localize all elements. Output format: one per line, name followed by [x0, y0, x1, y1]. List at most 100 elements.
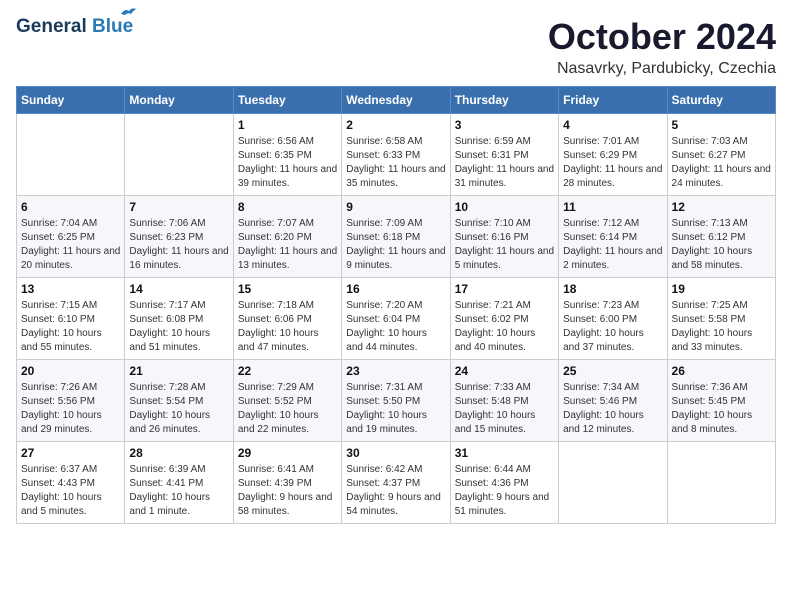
calendar-day-cell: 16Sunrise: 7:20 AM Sunset: 6:04 PM Dayli…: [342, 278, 450, 360]
day-number: 24: [455, 364, 554, 378]
day-number: 15: [238, 282, 337, 296]
page-header: General Blue October 2024 Nasavrky, Pard…: [16, 16, 776, 78]
month-title: October 2024: [548, 16, 776, 58]
calendar-week-row: 27 Sunrise: 6:37 AM Sunset: 4:43 PM Dayli…: [17, 442, 776, 524]
day-number: 20: [21, 364, 120, 378]
day-info: Sunrise: 7:26 AM Sunset: 5:56 PM Dayligh…: [21, 381, 120, 437]
calendar-day-cell: 23Sunrise: 7:31 AM Sunset: 5:50 PM Dayli…: [342, 360, 450, 442]
calendar-day-cell: 17 Sunrise: 7:21 AM Sunset: 6:02 PM Dayli…: [450, 278, 558, 360]
calendar-day-cell: 31Sunrise: 6:44 AM Sunset: 4:36 PM Dayli…: [450, 442, 558, 524]
calendar-day-cell: 21 Sunrise: 7:28 AM Sunset: 5:54 PM Dayli…: [125, 360, 233, 442]
calendar-day-cell: [125, 114, 233, 196]
day-info: Sunrise: 7:13 AM Sunset: 6:12 PM Dayligh…: [672, 217, 771, 273]
weekday-header-row: SundayMondayTuesdayWednesdayThursdayFrid…: [17, 87, 776, 114]
calendar-day-cell: 30 Sunrise: 6:42 AM Sunset: 4:37 PM Dayli…: [342, 442, 450, 524]
day-number: 31: [455, 446, 554, 460]
day-info: Sunrise: 7:31 AM Sunset: 5:50 PM Dayligh…: [346, 381, 445, 437]
calendar-day-cell: 7 Sunrise: 7:06 AM Sunset: 6:23 PM Daylig…: [125, 196, 233, 278]
calendar-day-cell: 2 Sunrise: 6:58 AM Sunset: 6:33 PM Daylig…: [342, 114, 450, 196]
day-number: 7: [129, 200, 228, 214]
calendar-day-cell: 24 Sunrise: 7:33 AM Sunset: 5:48 PM Dayli…: [450, 360, 558, 442]
calendar-day-cell: 12 Sunrise: 7:13 AM Sunset: 6:12 PM Dayli…: [667, 196, 775, 278]
calendar-day-cell: 26Sunrise: 7:36 AM Sunset: 5:45 PM Dayli…: [667, 360, 775, 442]
logo: General Blue: [16, 16, 133, 38]
weekday-header: Tuesday: [233, 87, 341, 114]
calendar-day-cell: 4Sunrise: 7:01 AM Sunset: 6:29 PM Daylig…: [559, 114, 667, 196]
day-info: Sunrise: 7:21 AM Sunset: 6:02 PM Dayligh…: [455, 299, 554, 355]
calendar-day-cell: 8 Sunrise: 7:07 AM Sunset: 6:20 PM Daylig…: [233, 196, 341, 278]
day-number: 25: [563, 364, 662, 378]
day-info: Sunrise: 6:59 AM Sunset: 6:31 PM Dayligh…: [455, 135, 554, 191]
calendar-day-cell: [667, 442, 775, 524]
day-number: 18: [563, 282, 662, 296]
calendar-day-cell: 27 Sunrise: 6:37 AM Sunset: 4:43 PM Dayli…: [17, 442, 125, 524]
weekday-header: Saturday: [667, 87, 775, 114]
day-number: 12: [672, 200, 771, 214]
weekday-header: Monday: [125, 87, 233, 114]
calendar-day-cell: 15 Sunrise: 7:18 AM Sunset: 6:06 PM Dayli…: [233, 278, 341, 360]
day-number: 28: [129, 446, 228, 460]
location-subtitle: Nasavrky, Pardubicky, Czechia: [548, 60, 776, 78]
day-number: 14: [129, 282, 228, 296]
day-info: Sunrise: 7:07 AM Sunset: 6:20 PM Dayligh…: [238, 217, 337, 273]
day-info: Sunrise: 7:29 AM Sunset: 5:52 PM Dayligh…: [238, 381, 337, 437]
day-number: 3: [455, 118, 554, 132]
day-number: 17: [455, 282, 554, 296]
day-number: 2: [346, 118, 445, 132]
day-info: Sunrise: 6:58 AM Sunset: 6:33 PM Dayligh…: [346, 135, 445, 191]
day-number: 27: [21, 446, 120, 460]
day-number: 10: [455, 200, 554, 214]
day-info: Sunrise: 6:37 AM Sunset: 4:43 PM Dayligh…: [21, 463, 120, 519]
day-info: Sunrise: 7:25 AM Sunset: 5:58 PM Dayligh…: [672, 299, 771, 355]
calendar-day-cell: 9Sunrise: 7:09 AM Sunset: 6:18 PM Daylig…: [342, 196, 450, 278]
calendar-day-cell: 18Sunrise: 7:23 AM Sunset: 6:00 PM Dayli…: [559, 278, 667, 360]
day-number: 1: [238, 118, 337, 132]
calendar-week-row: 6 Sunrise: 7:04 AM Sunset: 6:25 PM Daylig…: [17, 196, 776, 278]
day-number: 13: [21, 282, 120, 296]
calendar-day-cell: [559, 442, 667, 524]
logo-text: General Blue: [16, 16, 133, 38]
calendar-week-row: 1Sunrise: 6:56 AM Sunset: 6:35 PM Daylig…: [17, 114, 776, 196]
calendar-day-cell: 1Sunrise: 6:56 AM Sunset: 6:35 PM Daylig…: [233, 114, 341, 196]
calendar-day-cell: 29Sunrise: 6:41 AM Sunset: 4:39 PM Dayli…: [233, 442, 341, 524]
day-number: 19: [672, 282, 771, 296]
logo-bird-icon: [119, 6, 137, 20]
calendar-week-row: 13Sunrise: 7:15 AM Sunset: 6:10 PM Dayli…: [17, 278, 776, 360]
weekday-header: Friday: [559, 87, 667, 114]
day-number: 11: [563, 200, 662, 214]
calendar-day-cell: 13Sunrise: 7:15 AM Sunset: 6:10 PM Dayli…: [17, 278, 125, 360]
weekday-header: Wednesday: [342, 87, 450, 114]
day-number: 9: [346, 200, 445, 214]
day-info: Sunrise: 7:04 AM Sunset: 6:25 PM Dayligh…: [21, 217, 120, 273]
day-info: Sunrise: 7:33 AM Sunset: 5:48 PM Dayligh…: [455, 381, 554, 437]
day-info: Sunrise: 6:41 AM Sunset: 4:39 PM Dayligh…: [238, 463, 337, 519]
day-number: 6: [21, 200, 120, 214]
day-info: Sunrise: 7:17 AM Sunset: 6:08 PM Dayligh…: [129, 299, 228, 355]
day-info: Sunrise: 7:28 AM Sunset: 5:54 PM Dayligh…: [129, 381, 228, 437]
day-number: 5: [672, 118, 771, 132]
calendar-day-cell: 25Sunrise: 7:34 AM Sunset: 5:46 PM Dayli…: [559, 360, 667, 442]
day-info: Sunrise: 7:03 AM Sunset: 6:27 PM Dayligh…: [672, 135, 771, 191]
calendar-day-cell: 6 Sunrise: 7:04 AM Sunset: 6:25 PM Daylig…: [17, 196, 125, 278]
calendar-day-cell: 5 Sunrise: 7:03 AM Sunset: 6:27 PM Daylig…: [667, 114, 775, 196]
day-info: Sunrise: 7:01 AM Sunset: 6:29 PM Dayligh…: [563, 135, 662, 191]
calendar-day-cell: 14 Sunrise: 7:17 AM Sunset: 6:08 PM Dayli…: [125, 278, 233, 360]
day-number: 22: [238, 364, 337, 378]
day-number: 26: [672, 364, 771, 378]
day-number: 16: [346, 282, 445, 296]
day-number: 21: [129, 364, 228, 378]
calendar-day-cell: 19 Sunrise: 7:25 AM Sunset: 5:58 PM Dayli…: [667, 278, 775, 360]
day-info: Sunrise: 7:18 AM Sunset: 6:06 PM Dayligh…: [238, 299, 337, 355]
calendar-day-cell: 22 Sunrise: 7:29 AM Sunset: 5:52 PM Dayli…: [233, 360, 341, 442]
calendar-table: SundayMondayTuesdayWednesdayThursdayFrid…: [16, 86, 776, 524]
day-number: 8: [238, 200, 337, 214]
calendar-day-cell: 20 Sunrise: 7:26 AM Sunset: 5:56 PM Dayli…: [17, 360, 125, 442]
weekday-header: Thursday: [450, 87, 558, 114]
calendar-day-cell: 10Sunrise: 7:10 AM Sunset: 6:16 PM Dayli…: [450, 196, 558, 278]
day-info: Sunrise: 6:42 AM Sunset: 4:37 PM Dayligh…: [346, 463, 445, 519]
day-info: Sunrise: 7:06 AM Sunset: 6:23 PM Dayligh…: [129, 217, 228, 273]
day-number: 30: [346, 446, 445, 460]
weekday-header: Sunday: [17, 87, 125, 114]
calendar-day-cell: [17, 114, 125, 196]
calendar-day-cell: 28Sunrise: 6:39 AM Sunset: 4:41 PM Dayli…: [125, 442, 233, 524]
